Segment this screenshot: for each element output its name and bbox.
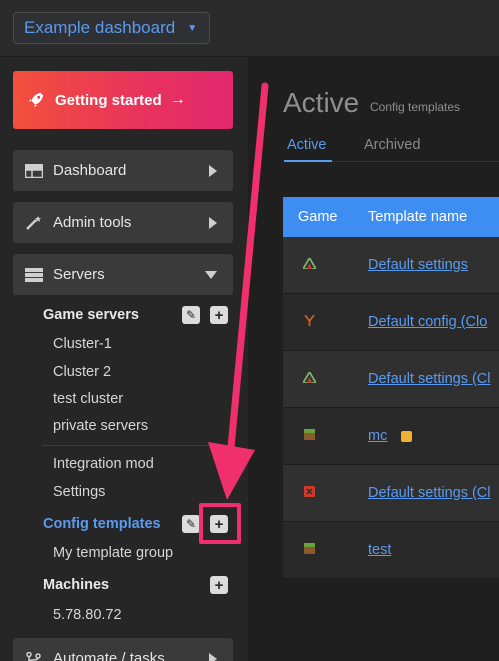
note-icon [401, 430, 413, 442]
table-row[interactable]: test [283, 522, 499, 579]
getting-started-button[interactable]: Getting started → [13, 71, 233, 129]
template-link[interactable]: mc [368, 428, 387, 444]
red-game-icon [303, 485, 316, 497]
highlight-box [199, 503, 241, 544]
sidebar-item-settings[interactable]: Settings [53, 484, 105, 500]
config-templates-heading[interactable]: Config templates [43, 516, 161, 532]
minecraft-icon [303, 542, 316, 554]
table-header: Game Template name [283, 197, 499, 237]
templates-table: Game Template name Default settings Defa… [283, 197, 499, 579]
tab-archived[interactable]: Archived [364, 137, 420, 153]
sidebar-item-label: Admin tools [53, 214, 132, 231]
edit-game-servers-icon[interactable]: ✎ [182, 306, 200, 324]
chevron-down-icon [205, 270, 217, 279]
tab-active[interactable]: Active [287, 137, 327, 153]
sidebar-item-label: Automate / tasks [53, 650, 165, 661]
template-link[interactable]: Default settings [368, 257, 468, 273]
main-content: Active Config templates Active Archived … [248, 57, 499, 661]
chevron-right-icon [209, 216, 217, 229]
dashboard-icon [25, 163, 43, 178]
chevron-right-icon [209, 652, 217, 661]
server-icon [25, 267, 43, 282]
sidebar-item-label: Servers [53, 266, 105, 283]
sidebar-item-cluster-2[interactable]: Cluster 2 [53, 364, 111, 380]
template-link[interactable]: test [368, 542, 391, 558]
caret-down-icon: ▼ [187, 22, 198, 34]
column-header-template-name[interactable]: Template name [368, 209, 467, 225]
sidebar-item-integration-mod[interactable]: Integration mod [53, 456, 154, 472]
template-link[interactable]: Default config (Clo [368, 314, 487, 330]
page-subtitle: Config templates [370, 100, 461, 114]
sidebar-item-my-template-group[interactable]: My template group [53, 545, 173, 561]
minecraft-icon [303, 428, 316, 440]
sidebar-item-test-cluster[interactable]: test cluster [53, 391, 123, 407]
table-row[interactable]: Default config (Clo [283, 294, 499, 351]
divider [42, 445, 232, 446]
add-machine-icon[interactable]: + [210, 576, 228, 594]
sidebar-item-cluster-1[interactable]: Cluster-1 [53, 336, 112, 352]
ark-icon [301, 370, 318, 384]
rocket-icon [28, 92, 44, 108]
active-tab-indicator [284, 160, 332, 162]
sidebar: Getting started → Dashboard Admin tools … [0, 57, 248, 661]
add-game-server-icon[interactable]: + [210, 306, 228, 324]
top-bar: Example dashboard ▼ [0, 0, 499, 57]
edit-config-templates-icon[interactable]: ✎ [182, 515, 200, 533]
sidebar-item-machine-ip[interactable]: 5.78.80.72 [53, 607, 122, 623]
sidebar-item-servers[interactable]: Servers [13, 254, 233, 295]
column-header-game[interactable]: Game [283, 209, 368, 225]
table-row[interactable]: Default settings (Cl [283, 351, 499, 408]
table-row[interactable]: Default settings (Cl [283, 465, 499, 522]
template-link[interactable]: Default settings (Cl [368, 371, 491, 387]
table-row[interactable]: Default settings [283, 237, 499, 294]
rust-icon [303, 314, 316, 326]
template-link[interactable]: Default settings (Cl [368, 485, 491, 501]
arrow-right-icon: → [169, 91, 186, 108]
dashboard-select[interactable]: Example dashboard ▼ [13, 12, 210, 44]
table-row[interactable]: mc [283, 408, 499, 465]
sidebar-item-label: Dashboard [53, 162, 127, 179]
sidebar-item-automate-tasks[interactable]: Automate / tasks [13, 638, 233, 661]
dashboard-select-label: Example dashboard [24, 18, 176, 37]
game-servers-heading[interactable]: Game servers [43, 307, 139, 323]
sidebar-item-dashboard[interactable]: Dashboard [13, 150, 233, 191]
chevron-right-icon [209, 164, 217, 177]
machines-heading[interactable]: Machines [43, 577, 109, 593]
branch-icon [26, 651, 41, 661]
sidebar-item-admin-tools[interactable]: Admin tools [13, 202, 233, 243]
ark-icon [301, 256, 318, 270]
page-title: Active [283, 87, 360, 118]
magic-wand-icon [26, 215, 41, 230]
getting-started-label: Getting started [55, 91, 162, 109]
sidebar-item-private-servers[interactable]: private servers [53, 418, 148, 434]
